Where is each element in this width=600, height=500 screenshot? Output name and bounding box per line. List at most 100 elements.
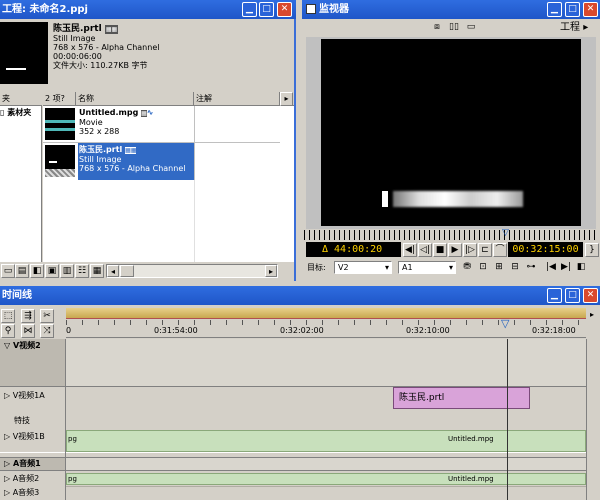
title-file-icon: ▦▦ (125, 147, 137, 154)
overlay-icon[interactable]: ⊟ (508, 261, 522, 275)
title-overlay-blur (393, 191, 523, 207)
monitor-menu-label: 工程 (560, 22, 580, 33)
goto-out-icon[interactable]: ▶| (559, 261, 573, 275)
ruler-label: 0:32:02:00 (280, 326, 324, 335)
playhead-marker-icon[interactable]: ▽ (501, 317, 509, 330)
icon-view-icon[interactable]: ▣ (45, 264, 59, 278)
close-button[interactable]: ✕ (583, 288, 598, 303)
trim-view-icon[interactable]: ▭ (464, 21, 478, 35)
mark-in-icon[interactable]: ⊶ (524, 261, 538, 275)
program-monitor-screen (321, 39, 581, 226)
ruler-label: 0:32:10:00 (406, 326, 450, 335)
timeline-titlebar[interactable]: 时间线 (0, 286, 600, 305)
lift-icon[interactable]: ⛃ (460, 261, 474, 275)
step-back-icon[interactable]: ◀| (403, 243, 417, 257)
maximize-button[interactable]: □ (565, 288, 580, 303)
list-item[interactable]: Untitled.mpg ▦∿ Movie 352 x 288 (43, 106, 280, 143)
vertical-scrollbar[interactable] (586, 339, 600, 500)
time-ruler[interactable]: 0 0:31:54:00 0:32:02:00 0:32:10:00 0:32:… (66, 317, 586, 338)
scroll-right-arrow-icon[interactable]: ▸ (265, 265, 277, 277)
zoom-icon[interactable]: ⚲ (1, 324, 15, 338)
program-monitor-frame (306, 37, 596, 229)
video-clip[interactable]: pg Untitled.mpg (66, 430, 586, 452)
loop-icon[interactable]: ⊏ (478, 243, 492, 257)
track-v2-header[interactable]: ▽ V视频2 (0, 339, 66, 387)
bin-item[interactable]: ▯ 素材夹 (0, 107, 42, 119)
minimize-button[interactable]: ▁ (242, 2, 257, 17)
find-icon[interactable]: ◧ (30, 264, 44, 278)
delete-icon[interactable]: ▦ (90, 264, 104, 278)
track-a1-lane[interactable] (66, 457, 586, 471)
minimize-button[interactable]: ▁ (547, 2, 562, 17)
preview-type: Still Image (53, 34, 96, 43)
track-v1a-header[interactable]: ▷ V视频1A (0, 387, 66, 409)
preview-duration: 00:00:06:00 (53, 52, 102, 61)
bin-list-icon[interactable]: ▤ (15, 264, 29, 278)
extract-icon[interactable]: ⊡ (476, 261, 490, 275)
clear-mark-icon[interactable]: ◧ (574, 261, 588, 275)
track-label: ▷ V视频1B (4, 432, 45, 441)
track-a2-header[interactable]: ▷ A音频2 (0, 472, 66, 486)
goto-in-icon[interactable]: |◀ (544, 261, 558, 275)
frame-forward-icon[interactable]: |▷ (463, 243, 477, 257)
single-view-icon[interactable]: ⧈ (430, 21, 444, 35)
video-target-value: V2 (338, 263, 349, 272)
maximize-button[interactable]: □ (565, 2, 580, 17)
audio-target-select[interactable]: A1 ▾ (398, 261, 456, 274)
track-a3-header[interactable]: ▷ A音频3 (0, 486, 66, 500)
track-fx-lane[interactable] (66, 412, 586, 430)
preview-info: 陈玉民.prtl ▦▦ Still Image 768 x 576 - Alph… (53, 25, 293, 71)
fade-icon[interactable]: ⤨ (40, 324, 54, 338)
razor-icon[interactable]: ✂ (40, 309, 54, 323)
ripple-edit-icon[interactable]: ⋈ (21, 324, 35, 338)
column-divider (194, 106, 195, 143)
chevron-down-icon: ▾ (448, 263, 453, 272)
maximize-button[interactable]: □ (259, 2, 274, 17)
scroll-thumb[interactable] (120, 265, 134, 277)
list-view-icon[interactable]: ☷ (75, 264, 89, 278)
track-a3-lane[interactable] (66, 486, 586, 500)
item-thumbnail (45, 145, 75, 177)
playhead-marker[interactable]: ▽ (502, 228, 509, 238)
horizontal-scrollbar[interactable]: ◂ ▸ (106, 264, 278, 278)
play-icon[interactable]: ▶ (448, 243, 462, 257)
list-item-selected[interactable]: 陈玉民.prtl ▦▦ Still Image 768 x 576 - Alph… (43, 143, 280, 180)
item-dims: 352 x 288 (79, 127, 120, 136)
range-select-icon[interactable]: ⬚ (1, 309, 15, 323)
ruler-scroll-arrow-icon[interactable]: ▸ (586, 308, 598, 322)
new-bin-icon[interactable]: ▭ (1, 264, 15, 278)
dual-view-icon[interactable]: ▯▯ (447, 21, 461, 35)
menu-arrow-icon: ▸ (583, 22, 589, 33)
track-fx-header[interactable]: 特技 (0, 412, 66, 430)
column-menu-arrow-icon[interactable]: ▸ (280, 92, 293, 106)
frame-back-icon[interactable]: ◁| (418, 243, 432, 257)
thumbnail-bar (6, 68, 26, 70)
audio-clip[interactable]: pg Untitled.mpg (66, 473, 586, 485)
track-a1-header[interactable]: ▷ A音频1 (0, 457, 66, 471)
mark-out-icon[interactable]: } (585, 243, 599, 257)
timecode-display[interactable]: 00:32:15:00 (508, 242, 583, 257)
title-clip[interactable]: 陈玉民.prtl (393, 387, 530, 409)
bin-header[interactable]: 夹 (0, 92, 42, 106)
minimize-button[interactable]: ▁ (547, 288, 562, 303)
time-ruler[interactable]: ▽ (304, 228, 598, 240)
column-notes[interactable]: 注解 (194, 92, 280, 106)
insert-icon[interactable]: ⊞ (492, 261, 506, 275)
clip-label-right: Untitled.mpg (448, 475, 494, 483)
thumbnail-view-icon[interactable]: ▥ (60, 264, 74, 278)
video-target-select[interactable]: V2 ▾ (334, 261, 392, 274)
close-button[interactable]: ✕ (583, 2, 598, 17)
column-count[interactable]: 2 项? (43, 92, 76, 106)
track-v1b-header[interactable]: ▷ V视频1B (0, 430, 66, 450)
audio-target-value: A1 (402, 263, 413, 272)
scroll-left-arrow-icon[interactable]: ◂ (107, 265, 119, 277)
track-v2-lane[interactable] (66, 339, 586, 387)
shuttle-icon[interactable]: ⌒ (493, 243, 507, 257)
close-button[interactable]: ✕ (277, 2, 292, 17)
playhead-line[interactable] (507, 339, 508, 500)
stop-icon[interactable]: ■ (433, 243, 447, 257)
monitor-menu[interactable]: 工程 ▸ (560, 21, 588, 35)
column-name[interactable]: 名称 (76, 92, 194, 106)
item-name: 陈玉民.prtl (79, 145, 123, 154)
track-select-icon[interactable]: ⇶ (21, 309, 35, 323)
